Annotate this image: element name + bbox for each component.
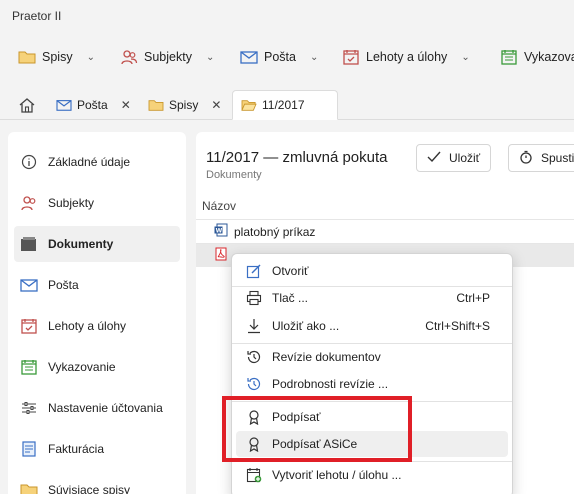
sidebar-item-posta[interactable]: Pošta (14, 267, 180, 303)
highlight-annotation (222, 396, 412, 462)
shortcut-label: Ctrl+Shift+S (425, 319, 490, 333)
sliders-icon (20, 400, 38, 416)
printer-icon (244, 290, 264, 306)
tab-11-2017[interactable]: 11/2017 (232, 90, 338, 120)
svg-text:W: W (216, 227, 223, 234)
chevron-down-icon: ⌄ (205, 51, 215, 63)
page-subtitle: Dokumenty (206, 169, 262, 181)
calendar-check-icon (20, 359, 38, 375)
info-icon (20, 154, 38, 170)
calendar-check-icon (501, 50, 517, 65)
menu-item-ulozit-ako[interactable]: Uložiť ako ... Ctrl+Shift+S (236, 313, 508, 339)
menu-item-podrobnosti-revizie[interactable]: Podrobnosti revízie ... (236, 371, 508, 397)
people-icon (121, 50, 138, 65)
tab-posta[interactable]: Pošta ✕ (48, 90, 139, 120)
tab-bar: Pošta ✕ Spisy ✕ 11/2017 (0, 86, 574, 120)
menu-posta[interactable]: Pošta ⌄ (240, 38, 318, 76)
checkmark-icon (427, 151, 441, 166)
sidebar-item-suvisiace-spisy[interactable]: Súvisiace spisy (14, 472, 180, 494)
save-button[interactable]: Uložiť (416, 144, 492, 172)
tab-home[interactable] (10, 90, 44, 120)
sidebar-item-subjekty[interactable]: Subjekty (14, 185, 180, 221)
people-icon (20, 195, 38, 211)
menu-item-vytvorit-lehotu[interactable]: Vytvoriť lehotu / úlohu ... (236, 462, 508, 488)
shortcut-label: Ctrl+P (456, 291, 490, 305)
menu-item-tlac[interactable]: Tlač ... Ctrl+P (236, 285, 508, 311)
sidebar-item-nastavenie-uctovania[interactable]: Nastavenie účtovania (14, 390, 180, 426)
title-bar: Praetor II (0, 0, 574, 32)
sidebar-item-fakturacia[interactable]: Fakturácia (14, 431, 180, 467)
main-menubar: Spisy ⌄ Subjekty ⌄ Pošta ⌄ Lehoty a úloh… (0, 38, 574, 76)
calendar-alert-icon (343, 50, 359, 65)
folder-icon (148, 100, 164, 111)
sidebar: Základné údaje Subjekty Dokumenty Pošta … (8, 132, 186, 494)
page-title: 11/2017 — zmluvná pokuta (206, 149, 388, 166)
table-row[interactable]: W platobný príkaz (196, 219, 574, 243)
menu-lehoty[interactable]: Lehoty a úlohy ⌄ (342, 38, 470, 76)
start-button[interactable]: Spusti (508, 144, 574, 172)
download-icon (244, 318, 264, 334)
pdf-document-icon (214, 247, 228, 264)
stopwatch-icon (519, 150, 533, 167)
folder-open-icon (241, 100, 257, 111)
history-detail-icon (244, 376, 264, 392)
calendar-add-icon (244, 467, 264, 483)
tab-spisy[interactable]: Spisy ✕ (140, 90, 229, 120)
chevron-down-icon: ⌄ (461, 51, 470, 63)
menu-vykazovanie[interactable]: Vykazova (500, 38, 574, 76)
folder-icon (20, 482, 38, 494)
open-edit-icon (244, 263, 264, 279)
close-icon[interactable]: ✕ (211, 98, 221, 112)
column-header-name[interactable]: Názov (202, 199, 236, 213)
chevron-down-icon: ⌄ (86, 51, 95, 63)
chevron-down-icon: ⌄ (309, 51, 319, 63)
sidebar-item-lehoty[interactable]: Lehoty a úlohy (14, 308, 180, 344)
sidebar-item-vykazovanie[interactable]: Vykazovanie (14, 349, 180, 385)
mail-icon (240, 51, 258, 64)
folder-icon (18, 51, 36, 64)
menu-subjekty[interactable]: Subjekty ⌄ (120, 38, 214, 76)
invoice-icon (20, 441, 38, 457)
history-icon (244, 349, 264, 365)
app-title: Praetor II (12, 9, 62, 23)
word-document-icon: W (214, 223, 228, 240)
menu-item-otvorit[interactable]: Otvoriť (236, 258, 508, 284)
mail-icon (20, 277, 38, 293)
calendar-alert-icon (20, 318, 38, 334)
sidebar-item-zakladne-udaje[interactable]: Základné údaje (14, 144, 180, 180)
mail-icon (56, 100, 72, 111)
sidebar-item-dokumenty[interactable]: Dokumenty (14, 226, 180, 262)
menu-spisy[interactable]: Spisy ⌄ (18, 38, 95, 76)
home-icon (19, 98, 35, 113)
documents-icon (20, 236, 38, 252)
close-icon[interactable]: ✕ (121, 98, 131, 112)
menu-item-revizie[interactable]: Revízie dokumentov (236, 344, 508, 370)
